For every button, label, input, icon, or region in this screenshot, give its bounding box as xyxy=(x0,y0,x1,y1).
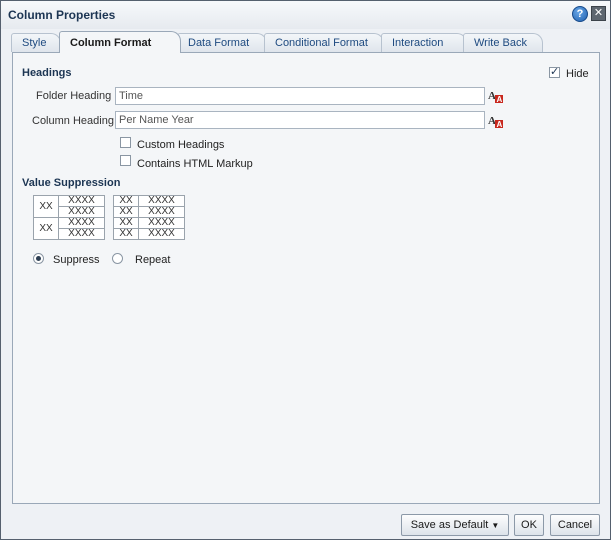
tab-data-format[interactable]: Data Format xyxy=(177,33,267,52)
svg-text:A: A xyxy=(497,120,503,129)
svg-text:A: A xyxy=(488,115,496,127)
grid-cell-outer: XX xyxy=(113,206,139,218)
hide-checkbox[interactable]: ✓ xyxy=(549,67,560,78)
grid-cell-outer: XX xyxy=(33,217,59,240)
tab-bar: Style Column Format Data Format Conditio… xyxy=(11,31,601,53)
grid-cell-outer: XX xyxy=(113,217,139,229)
custom-headings-label: Custom Headings xyxy=(137,139,225,151)
suppress-radio[interactable] xyxy=(33,253,44,264)
tab-conditional-format[interactable]: Conditional Format xyxy=(264,33,384,52)
svg-text:A: A xyxy=(488,90,496,102)
headings-section-title: Headings xyxy=(22,67,72,79)
value-suppression-section-title: Value Suppression xyxy=(22,177,121,189)
contains-html-label: Contains HTML Markup xyxy=(137,158,253,170)
column-heading-label: Column Heading xyxy=(32,115,114,127)
cancel-button[interactable]: Cancel xyxy=(550,514,600,536)
column-heading-input[interactable] xyxy=(115,111,485,129)
save-as-default-button[interactable]: Save as Default ▼ xyxy=(401,514,509,536)
help-icon[interactable]: ? xyxy=(572,6,588,22)
chevron-down-icon: ▼ xyxy=(491,521,500,530)
folder-heading-label: Folder Heading xyxy=(36,90,112,102)
grid-cell-inner: XXXX xyxy=(138,206,185,218)
hide-label: Hide xyxy=(566,68,589,80)
column-format-panel: Headings ✓ Hide Folder Heading A A Colum… xyxy=(12,52,600,504)
column-heading-font-icon[interactable]: A A xyxy=(488,113,504,129)
grid-cell-outer: XX xyxy=(113,228,139,240)
tab-write-back[interactable]: Write Back xyxy=(463,33,543,52)
custom-headings-checkbox[interactable] xyxy=(120,137,131,148)
ok-button[interactable]: OK xyxy=(514,514,544,536)
folder-heading-input[interactable] xyxy=(115,87,485,105)
suppress-label: Suppress xyxy=(53,254,100,266)
tab-style[interactable]: Style xyxy=(11,33,61,52)
grid-cell-inner: XXXX xyxy=(138,217,185,229)
svg-text:A: A xyxy=(497,95,503,104)
grid-cell-inner: XXXX xyxy=(58,195,105,207)
grid-cell-inner: XXXX xyxy=(58,206,105,218)
tab-column-format[interactable]: Column Format xyxy=(59,31,181,53)
tab-interaction[interactable]: Interaction xyxy=(381,33,467,52)
grid-cell-inner: XXXX xyxy=(58,228,105,240)
dialog-titlebar: Column Properties ? ✕ xyxy=(1,1,610,29)
folder-heading-font-icon[interactable]: A A xyxy=(488,88,504,104)
grid-cell-outer: XX xyxy=(113,195,139,207)
dialog-title: Column Properties xyxy=(8,8,116,22)
contains-html-checkbox[interactable] xyxy=(120,155,131,166)
repeat-label: Repeat xyxy=(135,254,171,266)
grid-cell-inner: XXXX xyxy=(138,195,185,207)
close-icon[interactable]: ✕ xyxy=(591,6,606,21)
repeat-radio[interactable] xyxy=(112,253,123,264)
grid-cell-inner: XXXX xyxy=(58,217,105,229)
repeat-sample-grid: XX XXXX XX XXXX XX XXXX XX XXXX xyxy=(113,195,185,240)
save-as-default-label: Save as Default xyxy=(410,519,489,531)
grid-cell-inner: XXXX xyxy=(138,228,185,240)
grid-cell-outer: XX xyxy=(33,195,59,218)
suppress-sample-grid: XX XXXX XXXX XX XXXX XXXX xyxy=(33,195,105,240)
column-properties-dialog: Column Properties ? ✕ Style Column Forma… xyxy=(0,0,611,540)
